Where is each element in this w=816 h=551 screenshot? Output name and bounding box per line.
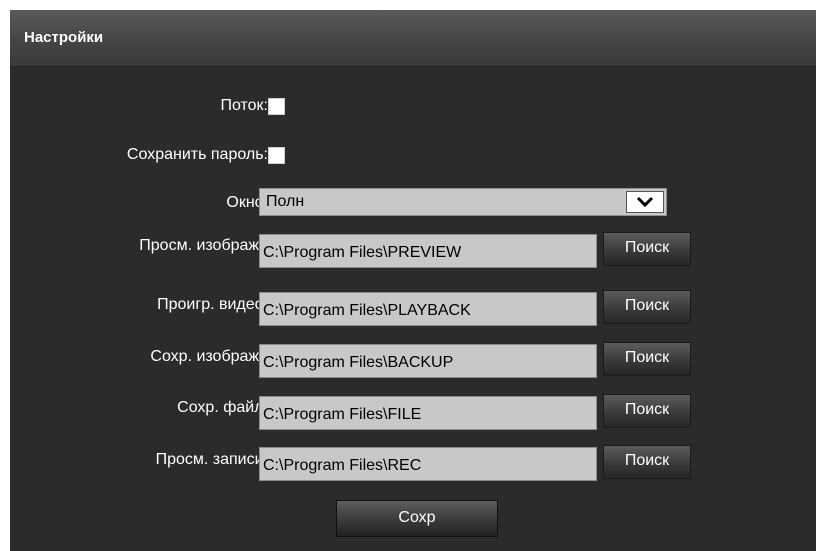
save-button[interactable]: Сохр bbox=[336, 500, 498, 537]
chevron-down-icon[interactable] bbox=[626, 191, 664, 213]
rec-search-button[interactable]: Поиск bbox=[603, 445, 691, 479]
rec-path-field[interactable]: C:\Program Files\REC bbox=[259, 447, 597, 481]
preview-path-field[interactable]: C:\Program Files\PREVIEW bbox=[259, 234, 597, 268]
save-password-checkbox[interactable] bbox=[268, 147, 285, 164]
backup-path-label: Сохр. изображ.: bbox=[150, 348, 268, 365]
playback-search-button[interactable]: Поиск bbox=[603, 290, 691, 324]
preview-search-button[interactable]: Поиск bbox=[603, 232, 691, 266]
window-select-value: Полн bbox=[266, 193, 305, 210]
settings-panel: Настройки Поток: Сохранить пароль: Окно:… bbox=[10, 10, 816, 551]
window-select[interactable]: Полн bbox=[259, 188, 667, 216]
playback-path-field[interactable]: C:\Program Files\PLAYBACK bbox=[259, 292, 597, 326]
save-password-label: Сохранить пароль: bbox=[126, 146, 268, 163]
file-path-label: Сохр. файл: bbox=[177, 399, 268, 416]
stream-label: Поток: bbox=[220, 97, 268, 114]
file-search-button[interactable]: Поиск bbox=[603, 394, 691, 428]
backup-path-field[interactable]: C:\Program Files\BACKUP bbox=[259, 344, 597, 378]
page-title: Настройки bbox=[24, 29, 104, 46]
playback-path-label: Проигр. видео: bbox=[157, 296, 268, 313]
backup-search-button[interactable]: Поиск bbox=[603, 342, 691, 376]
stream-checkbox[interactable] bbox=[268, 98, 285, 115]
panel-header: Настройки bbox=[10, 10, 816, 67]
file-path-field[interactable]: C:\Program Files\FILE bbox=[259, 396, 597, 430]
preview-path-label: Просм. изображ.: bbox=[139, 237, 268, 254]
rec-path-label: Просм. записи: bbox=[155, 451, 268, 468]
